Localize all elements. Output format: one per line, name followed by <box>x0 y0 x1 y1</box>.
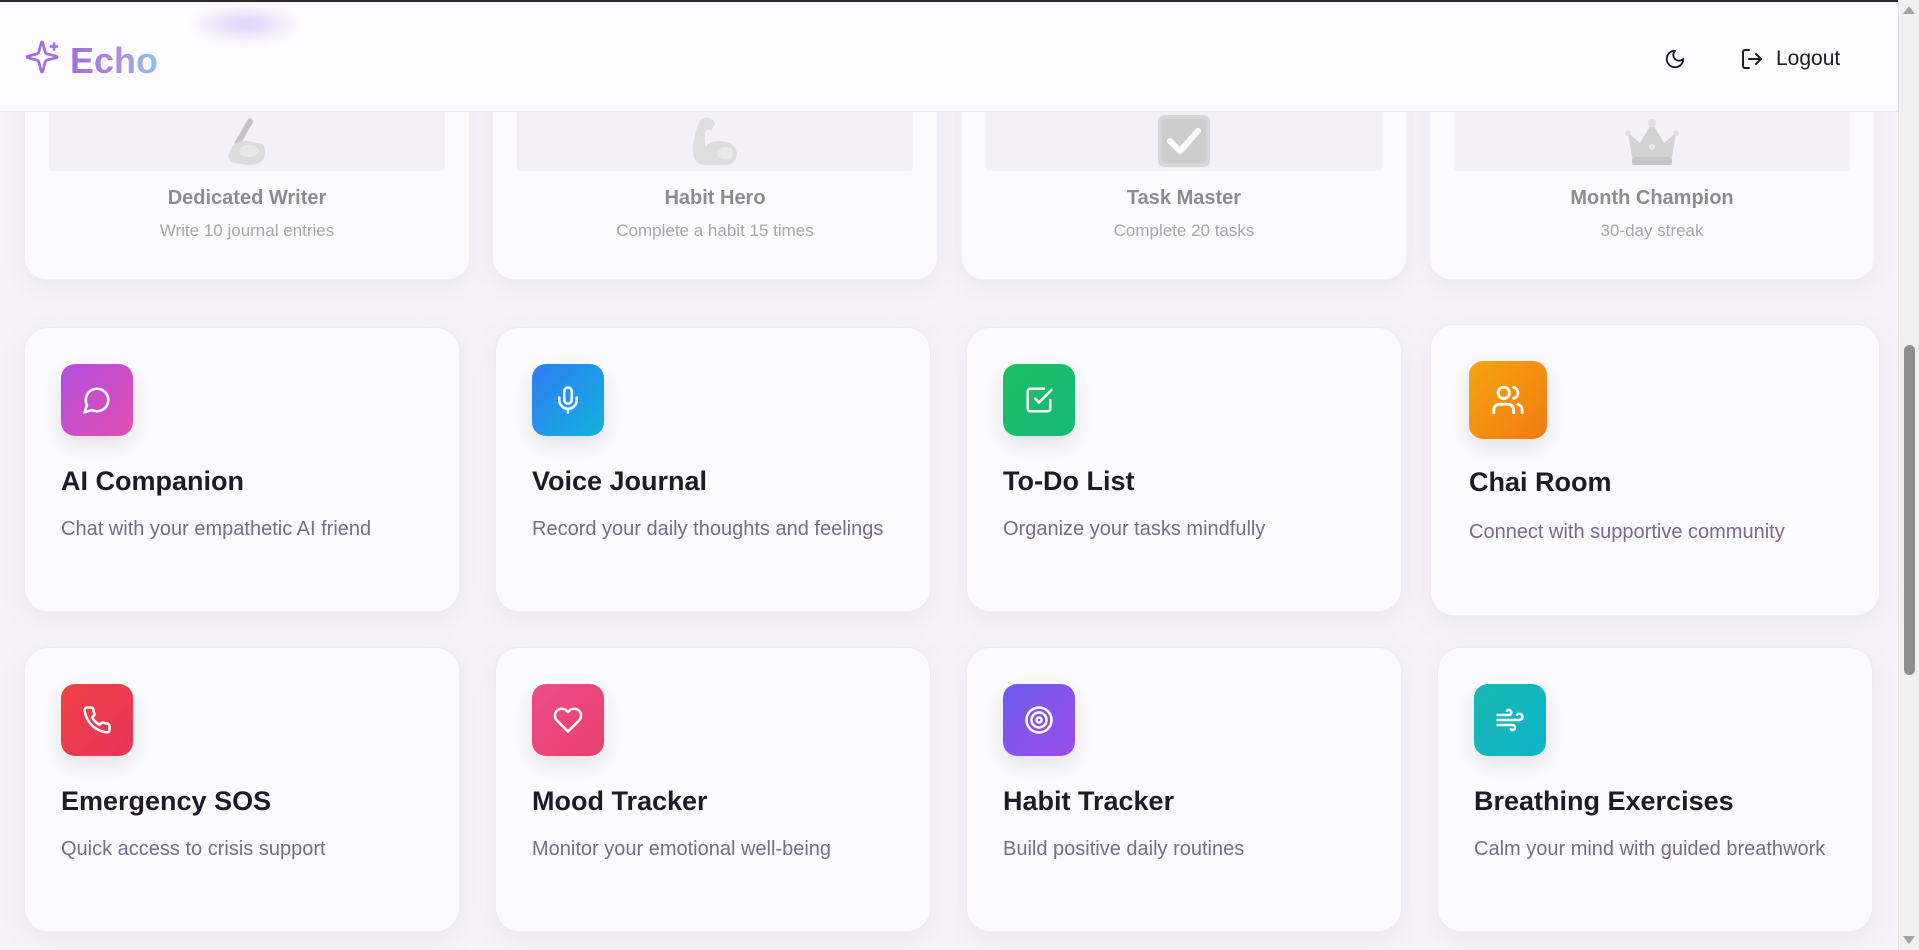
scrollbar-thumb[interactable] <box>1904 345 1915 675</box>
achievement-description: Write 10 journal entries <box>159 221 335 240</box>
feature-card-breathing-exercises[interactable]: Breathing Exercises Calm your mind with … <box>1437 647 1873 932</box>
feature-title: Voice Journal <box>532 466 708 496</box>
feature-title: AI Companion <box>61 466 244 496</box>
feature-description: Calm your mind with guided breathwork <box>1474 838 1826 860</box>
heart-icon <box>532 684 604 756</box>
achievement-description: Complete 20 tasks <box>1113 221 1255 240</box>
achievement-title: Dedicated Writer <box>167 187 327 209</box>
feature-description: Quick access to crisis support <box>61 838 326 860</box>
feature-card-ai-companion[interactable]: AI Companion Chat with your empathetic A… <box>24 327 460 612</box>
top-header: Echo Logout <box>0 4 1898 112</box>
feature-description: Build positive daily routines <box>1003 838 1245 860</box>
feature-title: To-Do List <box>1003 466 1135 496</box>
feature-card-chai-room[interactable]: Chai Room Connect with supportive commun… <box>1430 324 1880 616</box>
feature-description: Monitor your emotional well-being <box>532 838 832 860</box>
flexed-biceps-icon <box>687 113 743 169</box>
logout-label: Logout <box>1776 47 1841 70</box>
microphone-icon <box>532 364 604 436</box>
feature-card-emergency-sos[interactable]: Emergency SOS Quick access to crisis sup… <box>24 647 460 932</box>
theme-toggle-button[interactable] <box>1660 44 1690 74</box>
feature-card-voice-journal[interactable]: Voice Journal Record your daily thoughts… <box>495 327 931 612</box>
vertical-scrollbar[interactable] <box>1898 0 1919 950</box>
feature-description: Record your daily thoughts and feelings <box>532 518 884 540</box>
app-name: Echo <box>70 40 159 81</box>
users-icon <box>1469 361 1547 439</box>
scroll-down-arrow-icon[interactable] <box>1903 936 1915 944</box>
dashboard-viewport: Dedicated Writer Write 10 journal entrie… <box>0 0 1898 950</box>
log-out-icon <box>1742 49 1762 69</box>
feature-card-todo-list[interactable]: To-Do List Organize your tasks mindfully <box>966 327 1402 612</box>
check-box-icon <box>1156 113 1212 169</box>
achievement-description: 30-day streak <box>1600 221 1704 240</box>
decorative-glow <box>190 4 300 44</box>
feature-title: Mood Tracker <box>532 786 708 816</box>
feature-title: Emergency SOS <box>61 786 272 816</box>
feature-title: Breathing Exercises <box>1474 786 1734 816</box>
wind-icon <box>1474 684 1546 756</box>
target-icon <box>1003 684 1075 756</box>
scroll-up-arrow-icon[interactable] <box>1903 6 1915 14</box>
check-square-icon <box>1003 364 1075 436</box>
feature-card-mood-tracker[interactable]: Mood Tracker Monitor your emotional well… <box>495 647 931 932</box>
feature-card-habit-tracker[interactable]: Habit Tracker Build positive daily routi… <box>966 647 1402 932</box>
achievement-title: Month Champion <box>1570 187 1734 209</box>
achievement-title: Habit Hero <box>664 187 766 209</box>
logout-button[interactable]: Logout <box>1740 42 1840 76</box>
phone-icon <box>61 684 133 756</box>
feature-title: Habit Tracker <box>1003 786 1175 816</box>
message-circle-icon <box>61 364 133 436</box>
achievement-title: Task Master <box>1126 187 1242 209</box>
achievement-description: Complete a habit 15 times <box>616 221 814 240</box>
feature-description: Chat with your empathetic AI friend <box>61 518 372 540</box>
feature-description: Connect with supportive community <box>1469 521 1785 543</box>
feature-title: Chai Room <box>1469 467 1612 497</box>
feature-description: Organize your tasks mindfully <box>1003 518 1266 540</box>
app-logo[interactable]: Echo <box>24 32 158 82</box>
moon-icon <box>1665 49 1685 69</box>
sparkles-icon <box>25 40 59 74</box>
writing-hand-icon <box>219 113 275 169</box>
crown-icon <box>1624 113 1680 169</box>
